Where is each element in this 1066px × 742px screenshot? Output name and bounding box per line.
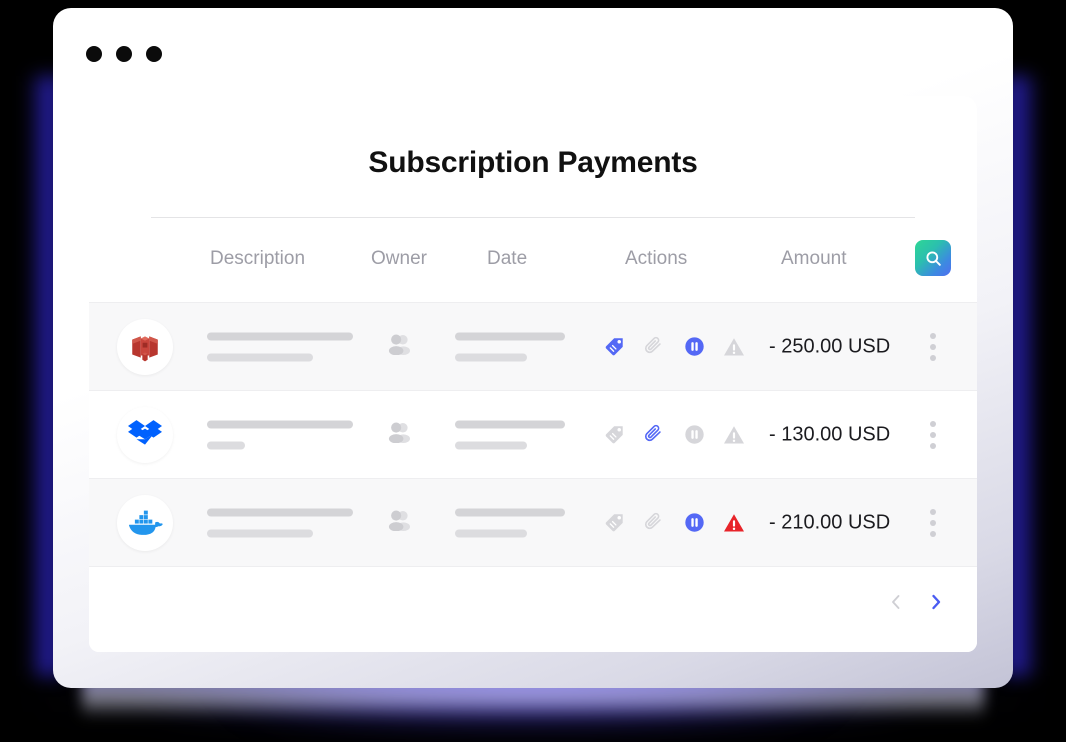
description-skeleton-bar	[207, 332, 353, 340]
payments-card: Subscription Payments Description Owner …	[89, 96, 977, 652]
warning-icon-glyph	[724, 513, 744, 532]
paperclip-icon-glyph	[644, 424, 661, 441]
table-footer	[89, 566, 977, 652]
minimize-dot[interactable]	[116, 46, 132, 62]
window-controls	[86, 46, 162, 62]
aws-ec2-icon	[117, 318, 173, 375]
page-title: Subscription Payments	[368, 146, 698, 179]
row-menu-icon[interactable]	[927, 506, 939, 540]
tag-icon-glyph	[605, 338, 623, 356]
tag-icon-glyph	[605, 426, 623, 444]
amount-value: - 130.00 USD	[769, 423, 891, 445]
warning-icon-glyph	[724, 337, 744, 356]
people-icon-glyph	[388, 421, 410, 443]
pause-icon[interactable]	[683, 512, 705, 534]
date-skeleton-bar	[455, 508, 565, 516]
screenshot-stage: Subscription Payments Description Owner …	[0, 0, 1066, 742]
actions-cell	[603, 336, 745, 358]
pause-icon-glyph	[684, 337, 704, 356]
pagination-next-button[interactable]	[923, 589, 949, 618]
tag-icon[interactable]	[603, 336, 625, 358]
pagination	[883, 589, 949, 618]
amount-value: - 250.00 USD	[769, 335, 891, 357]
tag-icon[interactable]	[603, 512, 625, 534]
description-skeleton-bar	[207, 441, 245, 449]
warning-icon[interactable]	[723, 336, 745, 358]
docker-icon	[117, 494, 173, 551]
warning-icon[interactable]	[723, 424, 745, 446]
browser-window: Subscription Payments Description Owner …	[53, 8, 1013, 688]
paperclip-icon-glyph	[644, 336, 661, 353]
tag-icon-glyph	[605, 514, 623, 532]
row-menu-icon[interactable]	[927, 330, 939, 364]
chevron-left-icon	[889, 593, 903, 614]
paperclip-icon-glyph	[644, 512, 661, 529]
people-icon-glyph	[388, 333, 410, 355]
people-icon-glyph	[388, 509, 410, 531]
column-header-description: Description	[210, 248, 306, 269]
pause-icon-glyph	[684, 513, 704, 532]
description-skeleton-bar	[207, 353, 313, 361]
actions-cell	[603, 424, 745, 446]
aws-ec2-icon-glyph	[132, 335, 158, 361]
dropbox-icon	[117, 406, 173, 463]
pause-icon[interactable]	[683, 336, 705, 358]
column-header-owner: Owner	[371, 248, 427, 269]
date-cell	[455, 332, 565, 361]
search-button[interactable]	[915, 240, 951, 276]
search-icon	[924, 249, 943, 268]
paperclip-icon[interactable]	[643, 512, 665, 534]
people-icon	[387, 333, 412, 360]
close-dot[interactable]	[86, 46, 102, 62]
table-header: Description Owner Date Actions Amount	[89, 218, 977, 302]
date-skeleton-bar	[455, 441, 527, 449]
description-skeleton-bar	[207, 420, 353, 428]
date-cell	[455, 420, 565, 449]
description-skeleton-bar	[207, 529, 313, 537]
warning-icon[interactable]	[723, 512, 745, 534]
browser-titlebar	[53, 8, 1013, 90]
row-menu-icon[interactable]	[927, 418, 939, 452]
column-header-amount: Amount	[781, 248, 847, 269]
paperclip-icon[interactable]	[643, 336, 665, 358]
people-icon	[387, 421, 412, 448]
description-cell	[207, 508, 353, 537]
date-skeleton-bar	[455, 332, 565, 340]
table-row[interactable]: - 250.00 USD	[89, 302, 977, 390]
tag-icon[interactable]	[603, 424, 625, 446]
date-skeleton-bar	[455, 420, 565, 428]
chevron-right-icon	[929, 593, 943, 614]
table-row[interactable]: - 210.00 USD	[89, 478, 977, 566]
pagination-prev-button[interactable]	[883, 589, 909, 618]
pause-icon[interactable]	[683, 424, 705, 446]
date-cell	[455, 508, 565, 537]
dropbox-icon-glyph	[128, 419, 162, 445]
actions-cell	[603, 512, 745, 534]
date-skeleton-bar	[455, 353, 527, 361]
paperclip-icon[interactable]	[643, 424, 665, 446]
amount-value: - 210.00 USD	[769, 511, 891, 533]
column-header-date: Date	[487, 248, 528, 269]
table-row[interactable]: - 130.00 USD	[89, 390, 977, 478]
column-header-actions: Actions	[625, 248, 688, 269]
people-icon	[387, 509, 412, 536]
description-cell	[207, 332, 353, 361]
pause-icon-glyph	[684, 425, 704, 444]
warning-icon-glyph	[724, 425, 744, 444]
description-skeleton-bar	[207, 508, 353, 516]
description-cell	[207, 420, 353, 449]
docker-icon-glyph	[129, 510, 163, 535]
table-body: - 250.00 USD - 130.00 USD - 210.00 USD	[89, 302, 977, 566]
date-skeleton-bar	[455, 529, 527, 537]
maximize-dot[interactable]	[146, 46, 162, 62]
